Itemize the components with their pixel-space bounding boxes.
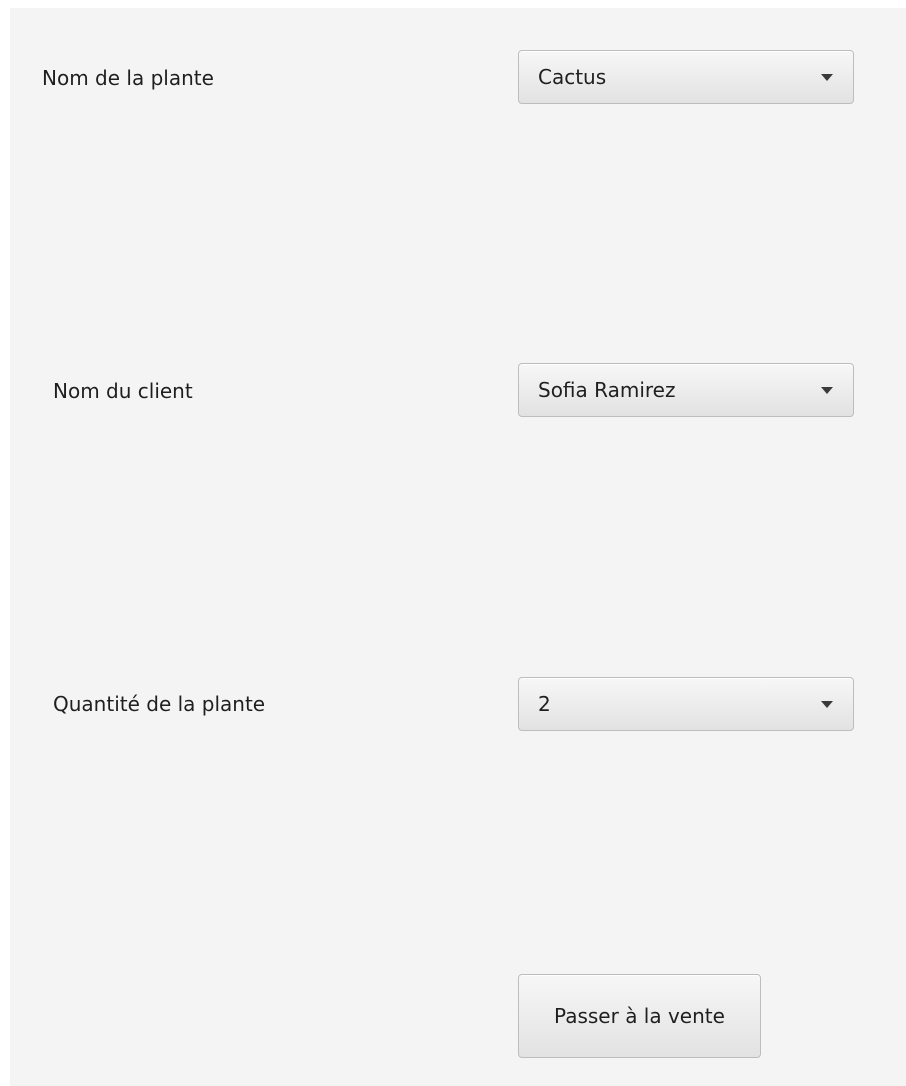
client-name-select[interactable]: Sofia Ramirez (518, 363, 854, 417)
submit-sale-button[interactable]: Passer à la vente (518, 974, 761, 1058)
plant-name-select[interactable]: Cactus (518, 50, 854, 104)
plant-name-selected-value: Cactus (538, 65, 607, 89)
client-name-label: Nom du client (53, 379, 193, 403)
quantity-select[interactable]: 2 (518, 677, 854, 731)
chevron-down-icon[interactable] (821, 387, 833, 394)
quantity-label: Quantité de la plante (53, 692, 266, 716)
sale-form-pane (10, 8, 906, 1086)
chevron-down-icon[interactable] (821, 74, 833, 81)
quantity-selected-value: 2 (538, 692, 551, 716)
client-name-selected-value: Sofia Ramirez (538, 378, 676, 402)
plant-name-label: Nom de la plante (42, 66, 214, 90)
chevron-down-icon[interactable] (821, 701, 833, 708)
